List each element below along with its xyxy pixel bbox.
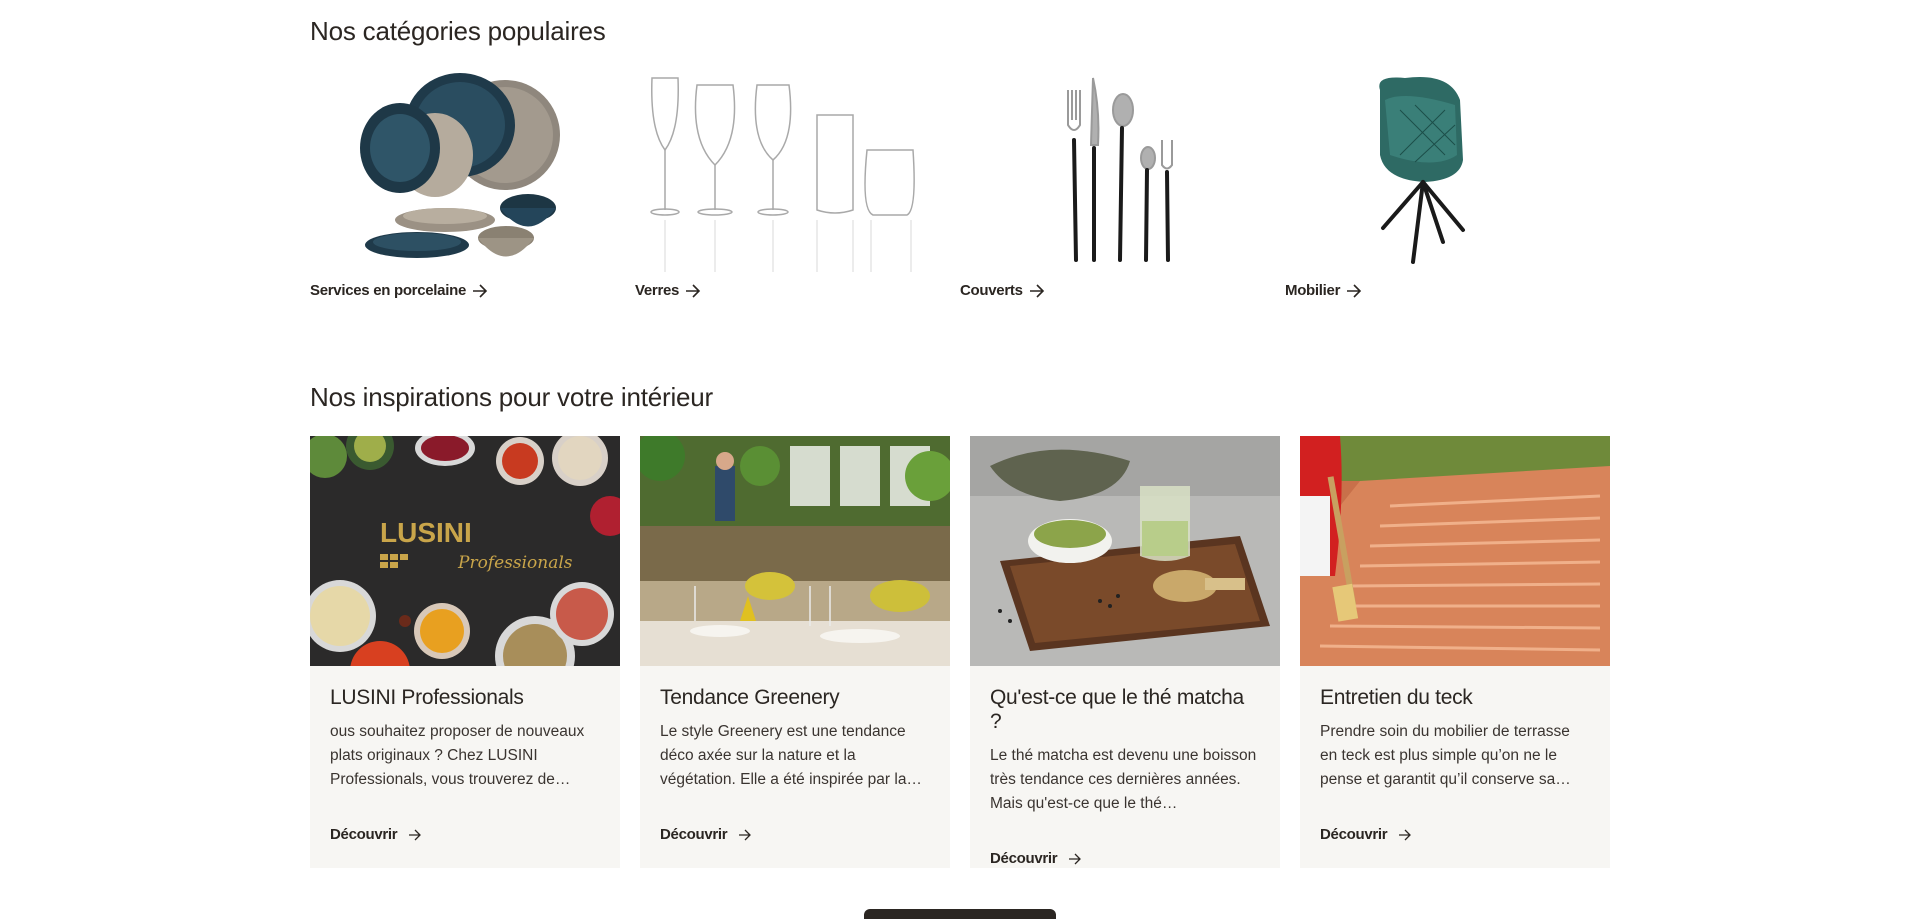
teak-care-image[interactable] xyxy=(1300,436,1610,666)
card-description: Le style Greenery est une tendance déco … xyxy=(660,723,922,788)
inspirations-title: Nos inspirations pour votre intérieur xyxy=(310,382,714,412)
glasses-image[interactable] xyxy=(635,70,935,272)
category-porcelain[interactable]: Services en porcelaine xyxy=(310,70,635,300)
discover-link[interactable]: Découvrir xyxy=(1320,826,1413,843)
inspiration-list: LUSINI Professionals LUSINI Professional… xyxy=(310,436,1610,868)
card-title: Tendance Greenery xyxy=(660,686,840,709)
inspiration-card-matcha[interactable]: Qu'est-ce que le thé matcha ? Le thé mat… xyxy=(970,436,1280,868)
category-glasses-link[interactable]: Verres xyxy=(635,282,701,299)
arrow-right-icon xyxy=(1029,283,1044,298)
inspiration-card-lusini[interactable]: LUSINI Professionals LUSINI Professional… xyxy=(310,436,620,868)
category-glasses[interactable]: Verres xyxy=(635,70,960,300)
discover-link[interactable]: Découvrir xyxy=(330,826,423,843)
arrow-right-icon xyxy=(686,283,701,298)
greenery-image[interactable] xyxy=(640,436,950,666)
category-furniture[interactable]: Mobilier xyxy=(1285,70,1610,300)
card-title: Entretien du teck xyxy=(1320,686,1473,709)
category-porcelain-link[interactable]: Services en porcelaine xyxy=(310,282,488,299)
arrow-right-icon xyxy=(409,829,422,840)
inspiration-card-teak[interactable]: Entretien du teck Prendre soin du mobili… xyxy=(1300,436,1610,868)
card-title: Qu'est-ce que le thé matcha ? xyxy=(990,686,1244,733)
category-furniture-link[interactable]: Mobilier xyxy=(1285,282,1362,299)
lusini-logo: LUSINI xyxy=(380,517,472,548)
load-more-button[interactable] xyxy=(864,909,1056,919)
arrow-right-icon xyxy=(1399,829,1412,840)
discover-link[interactable]: Découvrir xyxy=(660,826,753,843)
card-title: LUSINI Professionals xyxy=(330,686,524,709)
category-cutlery[interactable]: Couverts xyxy=(960,70,1285,300)
inspiration-card-greenery[interactable]: Tendance Greenery Le style Greenery est … xyxy=(640,436,950,868)
discover-link[interactable]: Découvrir xyxy=(990,850,1083,867)
porcelain-image[interactable] xyxy=(310,70,610,272)
matcha-image[interactable] xyxy=(970,436,1280,666)
popular-categories-title: Nos catégories populaires xyxy=(310,16,606,46)
card-description: ous souhaitez proposer de nouveaux plats… xyxy=(330,723,585,788)
chair-image[interactable] xyxy=(1285,70,1585,272)
arrow-right-icon xyxy=(1347,283,1362,298)
lusini-logo-sub: Professionals xyxy=(457,553,573,573)
category-list: Services en porcelaine Verres Couverts M… xyxy=(310,70,1610,300)
cutlery-image[interactable] xyxy=(960,70,1260,272)
category-cutlery-link[interactable]: Couverts xyxy=(960,282,1045,299)
arrow-right-icon xyxy=(473,283,488,298)
arrow-right-icon xyxy=(739,829,752,840)
card-description: Prendre soin du mobilier de terrasse en … xyxy=(1320,723,1571,788)
card-description: Le thé matcha est devenu une boisson trè… xyxy=(990,747,1257,812)
lusini-professionals-image[interactable]: LUSINI Professionals xyxy=(310,436,620,666)
arrow-right-icon xyxy=(1069,853,1082,864)
